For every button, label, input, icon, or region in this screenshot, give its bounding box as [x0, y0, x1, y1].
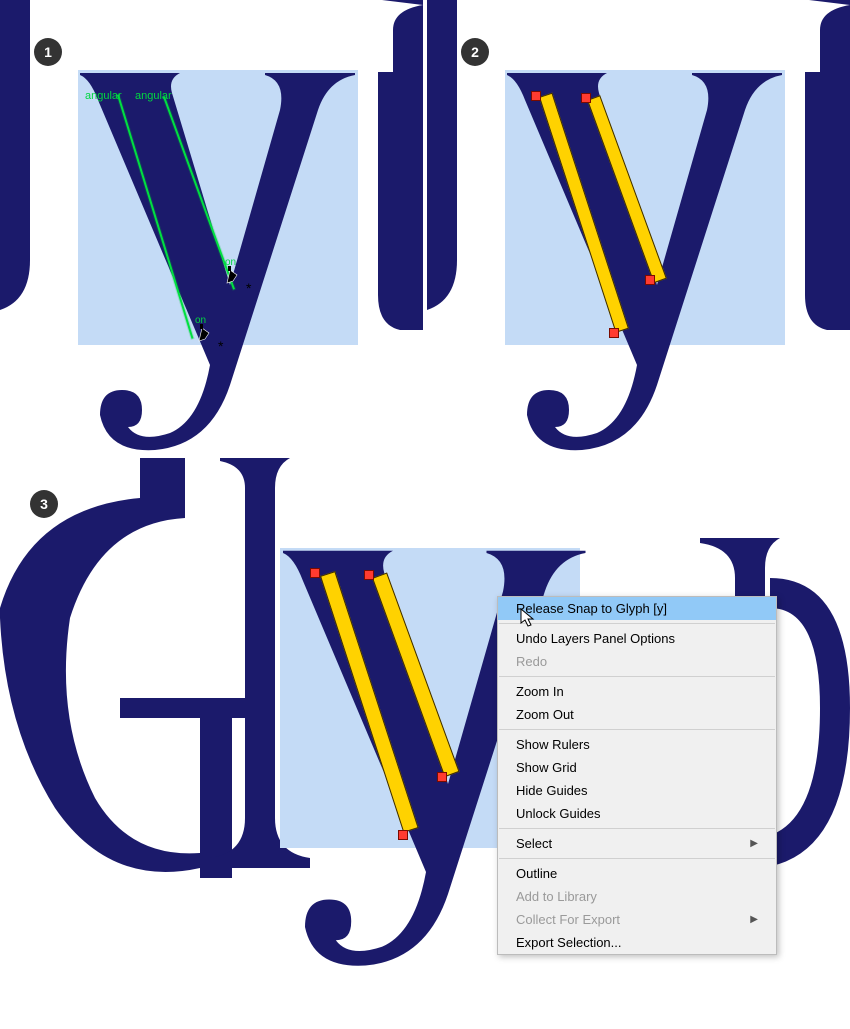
step-badge-1: 1 — [34, 38, 62, 66]
panel-1: angular angular on on * * 1 — [0, 0, 423, 454]
menu-item-label: Release Snap to Glyph [y] — [516, 601, 667, 616]
menu-item-label: Export Selection... — [516, 935, 622, 950]
menu-redo[interactable]: Redo — [498, 650, 776, 673]
menu-select[interactable]: Select ▶ — [498, 832, 776, 855]
menu-separator — [499, 828, 775, 829]
menu-add-to-library[interactable]: Add to Library — [498, 885, 776, 908]
mouse-cursor-icon — [520, 608, 536, 628]
menu-item-label: Undo Layers Panel Options — [516, 631, 675, 646]
handle-tr-2[interactable] — [581, 93, 591, 103]
menu-item-label: Show Rulers — [516, 737, 590, 752]
handle-mr-2[interactable] — [645, 275, 655, 285]
menu-item-label: Select — [516, 836, 552, 851]
chevron-right-icon: ▶ — [750, 914, 758, 925]
menu-item-label: Add to Library — [516, 889, 597, 904]
menu-item-label: Show Grid — [516, 760, 577, 775]
angular-label-right: angular — [135, 90, 172, 102]
menu-separator — [499, 676, 775, 677]
pen-tool-cursor-upper — [225, 265, 243, 285]
menu-separator — [499, 729, 775, 730]
chevron-right-icon: ▶ — [750, 838, 758, 849]
menu-undo[interactable]: Undo Layers Panel Options — [498, 627, 776, 650]
pen-tool-cursor-lower — [197, 323, 215, 343]
menu-zoom-out[interactable]: Zoom Out — [498, 703, 776, 726]
menu-separator — [499, 623, 775, 624]
menu-item-label: Collect For Export — [516, 912, 620, 927]
context-menu[interactable]: Release Snap to Glyph [y] Undo Layers Pa… — [497, 596, 777, 955]
menu-item-label: Redo — [516, 654, 547, 669]
menu-collect-for-export[interactable]: Collect For Export ▶ — [498, 908, 776, 931]
menu-item-label: Hide Guides — [516, 783, 588, 798]
handle-tl-2[interactable] — [531, 91, 541, 101]
menu-item-label: Zoom Out — [516, 707, 574, 722]
menu-outline[interactable]: Outline — [498, 862, 776, 885]
menu-release-snap[interactable]: Release Snap to Glyph [y] — [498, 597, 776, 620]
step-badge-3: 3 — [30, 490, 58, 518]
handle-tr-3[interactable] — [364, 570, 374, 580]
step-badge-2: 2 — [461, 38, 489, 66]
handle-tl-3[interactable] — [310, 568, 320, 578]
panel-3: Release Snap to Glyph [y] Undo Layers Pa… — [0, 458, 850, 1029]
menu-export-selection[interactable]: Export Selection... — [498, 931, 776, 954]
menu-item-label: Zoom In — [516, 684, 564, 699]
panel-2: 2 — [427, 0, 850, 454]
menu-separator — [499, 858, 775, 859]
asterisk-upper: * — [246, 280, 251, 296]
handle-mr-3[interactable] — [437, 772, 447, 782]
handle-bl-2[interactable] — [609, 328, 619, 338]
menu-show-grid[interactable]: Show Grid — [498, 756, 776, 779]
menu-unlock-guides[interactable]: Unlock Guides — [498, 802, 776, 825]
handle-bl-3[interactable] — [398, 830, 408, 840]
menu-item-label: Outline — [516, 866, 557, 881]
menu-hide-guides[interactable]: Hide Guides — [498, 779, 776, 802]
menu-item-label: Unlock Guides — [516, 806, 601, 821]
menu-show-rulers[interactable]: Show Rulers — [498, 733, 776, 756]
menu-zoom-in[interactable]: Zoom In — [498, 680, 776, 703]
asterisk-lower: * — [218, 338, 223, 354]
angular-label-left: angular — [85, 90, 122, 102]
